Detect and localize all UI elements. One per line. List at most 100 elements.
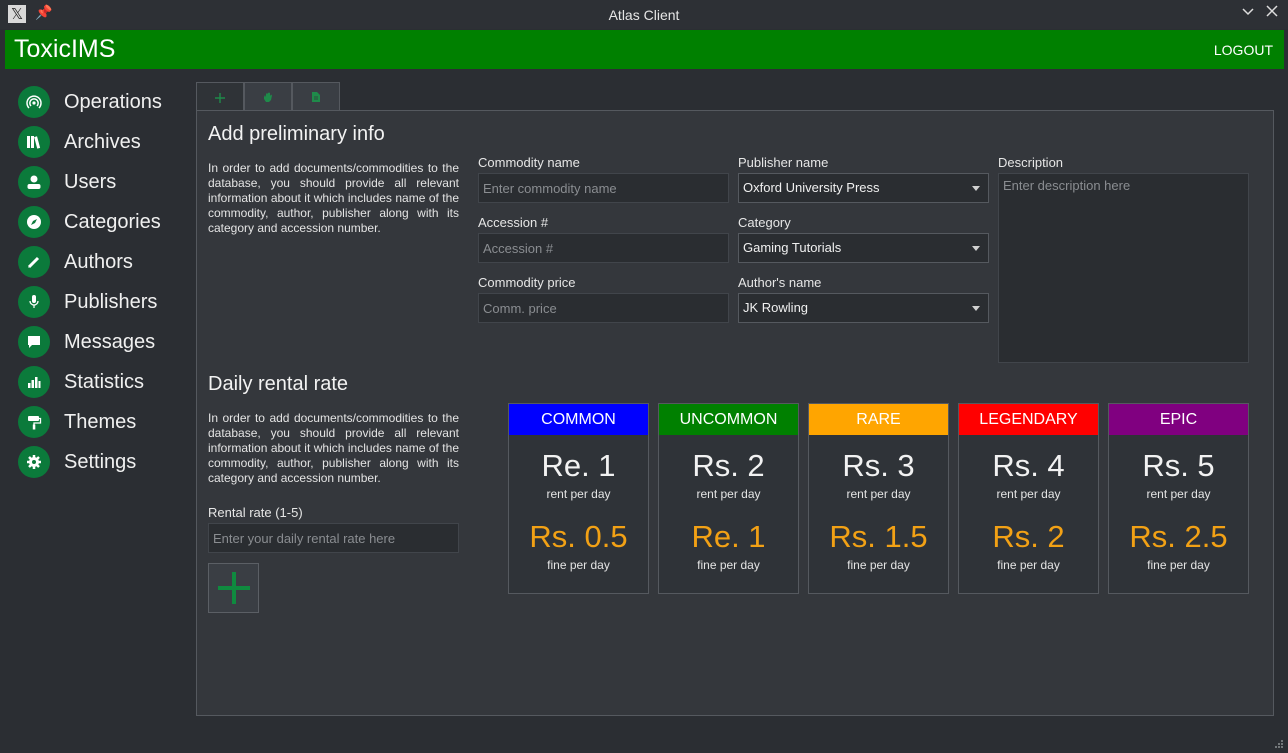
rental-rate-label: Rental rate (1-5) [208,505,303,520]
rental-rate-input[interactable] [208,523,459,553]
dropdown-arrow-icon [972,246,980,251]
sidebar-item-archives[interactable]: Archives [18,122,188,162]
dropdown-arrow-icon [972,306,980,311]
signal-icon [18,86,50,118]
rent-value: Rs. 5 [1142,448,1215,483]
prelim-description: In order to add documents/commodities to… [208,161,459,235]
fine-unit: fine per day [847,558,910,572]
rate-card-title: EPIC [1109,404,1248,435]
bar-chart-icon [18,366,50,398]
fine-value: Rs. 1.5 [829,519,928,554]
sidebar-item-authors[interactable]: Authors [18,242,188,282]
sidebar-item-label: Messages [64,330,156,353]
document-icon [312,92,320,102]
sidebar-item-label: Categories [64,210,161,233]
tab-rent[interactable] [244,82,292,111]
fine-unit: fine per day [547,558,610,572]
rate-card-common[interactable]: COMMON Re. 1 rent per day Rs. 0.5 fine p… [508,403,649,594]
rate-card-epic[interactable]: EPIC Rs. 5 rent per day Rs. 2.5 fine per… [1108,403,1249,594]
window-title: Atlas Client [608,6,680,23]
sidebar-item-label: Archives [64,130,141,153]
sidebar-item-label: Users [64,170,117,193]
window-titlebar: 𝕏 📌 Atlas Client [0,0,1288,29]
close-icon[interactable] [1266,2,1278,22]
sidebar-item-label: Settings [64,450,137,473]
publisher-label: Publisher name [738,155,829,170]
logout-button[interactable]: LOGOUT [1214,42,1273,58]
app-header: ToxicIMS LOGOUT [5,30,1284,69]
hand-icon [264,92,272,102]
rate-card-title: LEGENDARY [959,404,1098,435]
rate-card-title: COMMON [509,404,648,435]
category-select[interactable]: Gaming Tutorials [738,233,989,263]
sidebar-item-label: Authors [64,250,133,273]
tab-records[interactable] [292,82,340,111]
sidebar: Operations Archives Users Categories Aut… [18,82,188,482]
rent-value: Rs. 3 [842,448,915,483]
commodity-price-label: Commodity price [478,275,576,290]
commodity-name-input[interactable] [478,173,729,203]
rent-value: Rs. 4 [992,448,1065,483]
plus-icon [215,92,225,103]
sidebar-item-label: Themes [64,410,137,433]
plus-icon [217,572,250,604]
sidebar-item-messages[interactable]: Messages [18,322,188,362]
sidebar-item-settings[interactable]: Settings [18,442,188,482]
rate-card-title: UNCOMMON [659,404,798,435]
rent-value: Rs. 2 [692,448,765,483]
accession-input[interactable] [478,233,729,263]
fine-value: Rs. 2.5 [1129,519,1228,554]
rent-value: Re. 1 [541,448,616,483]
author-select[interactable]: JK Rowling [738,293,989,323]
description-label: Description [998,155,1064,170]
rate-card-title: RARE [809,404,948,435]
sidebar-item-label: Statistics [64,370,145,393]
commodity-price-input[interactable] [478,293,729,323]
compass-icon [18,206,50,238]
rent-unit: rent per day [846,487,911,501]
rental-description: In order to add documents/commodities to… [208,411,459,485]
fine-value: Rs. 2 [992,519,1065,554]
resize-grip-icon[interactable] [1274,739,1284,749]
fine-unit: fine per day [1147,558,1210,572]
rate-card-uncommon[interactable]: UNCOMMON Rs. 2 rent per day Re. 1 fine p… [658,403,799,594]
chevron-down-icon[interactable] [1242,4,1254,21]
sidebar-item-statistics[interactable]: Statistics [18,362,188,402]
fine-value: Re. 1 [691,519,766,554]
author-select-value: JK Rowling [743,300,809,315]
category-label: Category [738,215,791,230]
publisher-select-value: Oxford University Press [743,180,880,195]
rent-unit: rent per day [546,487,611,501]
sidebar-item-users[interactable]: Users [18,162,188,202]
app-brand: ToxicIMS [14,35,116,63]
commodity-name-label: Commodity name [478,155,580,170]
fine-unit: fine per day [697,558,760,572]
user-icon [18,166,50,198]
fine-unit: fine per day [997,558,1060,572]
dropdown-arrow-icon [972,186,980,191]
rate-card-rare[interactable]: RARE Rs. 3 rent per day Rs. 1.5 fine per… [808,403,949,594]
x-logo-icon: 𝕏 [8,5,26,23]
sidebar-item-label: Publishers [64,290,158,313]
accession-label: Accession # [478,215,549,230]
rent-unit: rent per day [1146,487,1211,501]
sidebar-item-categories[interactable]: Categories [18,202,188,242]
add-rate-button[interactable] [208,563,259,613]
rental-section-title: Daily rental rate [208,373,349,395]
rent-unit: rent per day [696,487,761,501]
sidebar-item-operations[interactable]: Operations [18,82,188,122]
description-textarea[interactable] [998,173,1249,363]
publisher-select[interactable]: Oxford University Press [738,173,989,203]
rent-unit: rent per day [996,487,1061,501]
chat-bubble-icon [18,326,50,358]
author-label: Author's name [738,275,822,290]
tab-bar [196,82,340,112]
sidebar-item-themes[interactable]: Themes [18,402,188,442]
pin-icon[interactable]: 📌 [35,4,52,21]
sidebar-item-publishers[interactable]: Publishers [18,282,188,322]
tab-add[interactable] [196,82,244,112]
gear-icon [18,446,50,478]
books-icon [18,126,50,158]
rate-card-legendary[interactable]: LEGENDARY Rs. 4 rent per day Rs. 2 fine … [958,403,1099,594]
pen-icon [18,246,50,278]
